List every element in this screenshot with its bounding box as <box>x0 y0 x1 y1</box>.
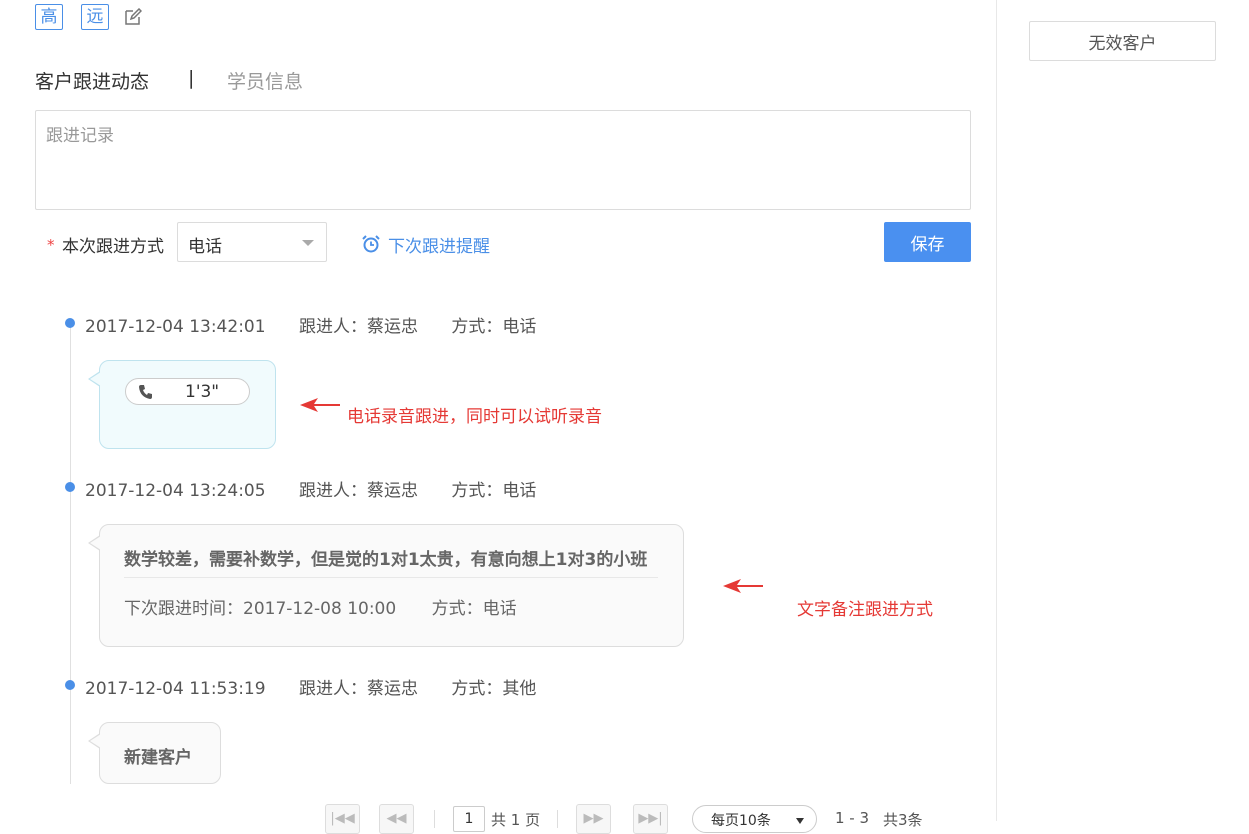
page-size-select[interactable]: 每页10条 <box>692 805 817 833</box>
note-text: 数学较差，需要补数学，但是觉的1对1太贵，有意向想上1对3的小班 <box>124 550 648 570</box>
next-follow-method: 方式：电话 <box>431 599 517 619</box>
page-size-value: 每页10条 <box>711 813 771 829</box>
save-button[interactable]: 保存 <box>884 222 971 262</box>
first-page-button[interactable]: |◀◀ <box>325 804 360 834</box>
note-divider <box>124 577 658 578</box>
next-follow-info: 下次跟进时间：2017-12-08 10:00 方式：电话 <box>124 594 547 619</box>
invalid-customer-button[interactable]: 无效客户 <box>1029 21 1216 61</box>
edit-icon[interactable] <box>124 8 142 26</box>
entry-time: 2017-12-04 13:42:01 <box>85 317 266 337</box>
annotation-text: 电话录音跟进，同时可以试听录音 <box>347 407 602 427</box>
entry-time: 2017-12-04 13:24:05 <box>85 481 266 501</box>
entry-time: 2017-12-04 11:53:19 <box>85 679 266 699</box>
pager-divider <box>434 810 435 828</box>
note-bubble: 数学较差，需要补数学，但是觉的1对1太贵，有意向想上1对3的小班 下次跟进时间：… <box>88 524 684 647</box>
last-page-button[interactable]: ▶▶| <box>633 804 668 834</box>
required-mark: * <box>47 236 55 254</box>
chevron-down-icon <box>796 818 804 824</box>
tab-student-info[interactable]: 学员信息 <box>227 67 303 94</box>
prev-page-button[interactable]: ◀◀ <box>379 804 414 834</box>
follow-method-select[interactable]: 电话 <box>177 222 327 262</box>
tag-far[interactable]: 远 <box>81 4 109 30</box>
page-number-input[interactable]: 1 <box>453 806 485 832</box>
next-page-button[interactable]: ▶▶ <box>576 804 611 834</box>
next-reminder-label: 下次跟进提醒 <box>388 237 490 257</box>
alarm-clock-icon <box>362 235 380 253</box>
timeline-entry-header: 2017-12-04 13:42:01 跟进人：蔡运忠 方式：电话 <box>85 312 564 337</box>
follow-method-label: 本次跟进方式 <box>62 237 164 257</box>
entry-method: 方式：电话 <box>451 481 537 501</box>
tag-high[interactable]: 高 <box>35 4 63 30</box>
entry-follower: 跟进人：蔡运忠 <box>298 679 418 699</box>
pager-divider <box>557 810 558 828</box>
timeline-entry-header: 2017-12-04 11:53:19 跟进人：蔡运忠 方式：其他 <box>85 674 564 699</box>
entry-method: 方式：其他 <box>451 679 537 699</box>
entry-follower: 跟进人：蔡运忠 <box>298 317 418 337</box>
entry-follower: 跟进人：蔡运忠 <box>298 481 418 501</box>
audio-duration: 1'3" <box>185 382 220 402</box>
follow-method-value: 电话 <box>188 237 222 257</box>
audio-bubble: 1'3" <box>88 360 276 449</box>
red-arrow-icon <box>723 579 763 593</box>
note-bubble: 新建客户 <box>88 722 221 784</box>
total-items: 共3条 <box>883 811 923 829</box>
phone-icon <box>139 385 152 399</box>
audio-player[interactable]: 1'3" <box>125 378 250 405</box>
annotation-text: 文字备注跟进方式 <box>797 600 933 620</box>
item-range: 1 - 3 <box>835 809 870 827</box>
timeline-entry-header: 2017-12-04 13:24:05 跟进人：蔡运忠 方式：电话 <box>85 476 564 501</box>
next-follow-time: 下次跟进时间：2017-12-08 10:00 <box>124 599 397 619</box>
timeline-line <box>70 322 71 784</box>
entry-method: 方式：电话 <box>451 317 537 337</box>
tab-follow-up[interactable]: 客户跟进动态 <box>35 67 149 94</box>
panel-divider <box>996 0 997 821</box>
follow-record-input[interactable] <box>35 110 971 210</box>
timeline-dot <box>65 482 75 492</box>
tab-separator: | <box>188 67 195 89</box>
chevron-down-icon <box>302 240 314 246</box>
timeline-dot <box>65 318 75 328</box>
note-text: 新建客户 <box>124 748 192 768</box>
red-arrow-icon <box>300 398 340 412</box>
total-pages: 共 1 页 <box>491 811 541 829</box>
timeline-dot <box>65 680 75 690</box>
